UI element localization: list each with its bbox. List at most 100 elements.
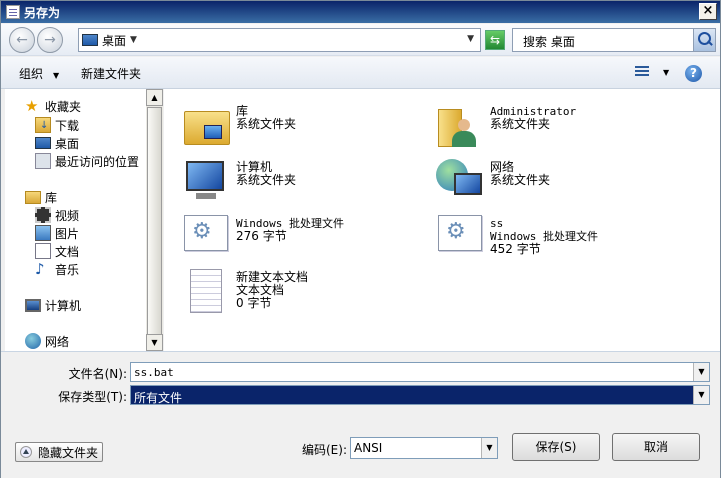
address-dropdown-icon[interactable]: ▼ xyxy=(467,34,474,44)
address-text: 桌面 xyxy=(102,33,127,48)
sidebar-item-videos[interactable]: 视频 xyxy=(35,206,79,224)
sidebar-item-computer[interactable]: 计算机 xyxy=(25,296,81,314)
notepad-icon xyxy=(6,5,20,19)
documents-icon xyxy=(35,243,51,259)
text-file-icon xyxy=(182,267,232,317)
sidebar-item-recent[interactable]: 最近访问的位置 xyxy=(35,152,139,170)
help-icon[interactable]: ? xyxy=(685,65,702,82)
filetype-label: 保存类型(T): xyxy=(58,390,127,404)
sidebar-item-pictures[interactable]: 图片 xyxy=(35,224,79,242)
filename-label: 文件名(N): xyxy=(68,367,127,381)
batch-file-icon: ⚙ xyxy=(182,213,232,263)
sidebar-item-label: 下载 xyxy=(55,118,80,133)
library-folder-icon xyxy=(182,101,232,151)
sidebar-item-desktop[interactable]: 桌面 xyxy=(35,134,79,152)
list-item[interactable]: 网络 系统文件夹 xyxy=(436,157,550,207)
new-folder-button[interactable]: 新建文件夹 xyxy=(81,65,141,82)
hide-folders-button[interactable]: 隐藏文件夹 xyxy=(15,442,104,462)
file-list: 库系统文件夹 Administrator 系统文件夹 计算机 系统文件夹 网络 系统文… xyxy=(164,89,720,351)
encoding-select[interactable]: ANSI ▼ xyxy=(350,437,498,459)
filename-value[interactable]: ss.bat xyxy=(134,366,174,379)
item-type: 系统文件夹 xyxy=(236,173,297,187)
cancel-button[interactable]: 取消 xyxy=(612,433,700,461)
sidebar-scrollbar[interactable]: ▲ ▼ xyxy=(146,89,163,351)
forward-button[interactable]: → xyxy=(37,27,63,53)
list-item[interactable]: Administrator 系统文件夹 xyxy=(436,101,576,151)
scroll-down-icon[interactable]: ▼ xyxy=(146,334,163,351)
sidebar-item-label: 计算机 xyxy=(45,298,82,313)
encoding-label: 编码(E): xyxy=(302,443,347,457)
search-box[interactable]: 搜索 桌面 xyxy=(512,28,716,52)
navigation-pane: ★ 收藏夹 ↓ 下载 桌面 最近访问的位置 库 视频 图片 文档 ♪ 音乐 计算… xyxy=(5,89,146,351)
item-type: 系统文件夹 xyxy=(490,117,551,131)
chevron-up-icon xyxy=(20,446,32,458)
sidebar-item-label: 视频 xyxy=(55,208,80,223)
chevron-down-icon[interactable]: ▼ xyxy=(481,438,497,458)
libraries-icon xyxy=(25,190,41,204)
batch-file-icon: ⚙ xyxy=(436,213,486,263)
item-size: 276 字节 xyxy=(236,229,287,243)
computer-icon xyxy=(182,157,232,207)
recent-places-icon xyxy=(35,153,51,169)
search-icon[interactable] xyxy=(693,29,715,51)
sidebar-item-libraries[interactable]: 库 xyxy=(25,188,57,206)
save-as-dialog: 另存为 × ← → 桌面 ▼ ▼ ⇆ 搜索 桌面 组织 ▼ 新建文件夹 ▼ ? ★… xyxy=(0,0,721,478)
close-button[interactable]: × xyxy=(699,3,717,20)
sidebar-item-label: 音乐 xyxy=(55,262,80,277)
forward-arrow-icon: → xyxy=(44,32,56,48)
pictures-icon xyxy=(35,225,51,241)
chevron-down-icon: ▼ xyxy=(53,71,60,80)
list-item[interactable]: 计算机 系统文件夹 xyxy=(182,157,296,207)
sidebar-item-favorites[interactable]: ★ 收藏夹 xyxy=(25,97,81,115)
list-item[interactable]: ⚙ ss Windows 批处理文件 452 字节 xyxy=(436,213,598,263)
list-item[interactable]: 新建文本文档 文本文档 0 字节 xyxy=(182,267,308,317)
computer-icon xyxy=(25,298,41,312)
view-options-icon[interactable] xyxy=(635,66,651,80)
save-button[interactable]: 保存(S) xyxy=(512,433,600,461)
chevron-down-icon[interactable]: ▼ xyxy=(693,363,709,381)
organize-button[interactable]: 组织 ▼ xyxy=(19,65,59,82)
filename-field[interactable]: ss.bat ▼ xyxy=(130,362,710,382)
user-folder-icon xyxy=(436,101,486,151)
title-bar: 另存为 × xyxy=(1,1,720,23)
network-icon xyxy=(436,157,486,207)
sidebar-item-label: 文档 xyxy=(55,244,80,259)
item-size: 0 字节 xyxy=(236,296,272,310)
scroll-up-icon[interactable]: ▲ xyxy=(146,89,163,106)
sidebar-item-label: 桌面 xyxy=(55,136,80,151)
filetype-select[interactable]: 所有文件 ▼ xyxy=(130,385,710,405)
sidebar-item-label: 最近访问的位置 xyxy=(55,154,140,169)
sidebar-item-network[interactable]: 网络 xyxy=(25,332,69,350)
chevron-down-icon[interactable]: ▼ xyxy=(130,35,137,45)
chevron-down-icon[interactable]: ▼ xyxy=(693,386,709,404)
desktop-icon xyxy=(35,137,51,149)
item-size: 452 字节 xyxy=(490,242,541,256)
back-button[interactable]: ← xyxy=(9,27,35,53)
organize-label: 组织 xyxy=(19,67,44,81)
filetype-value: 所有文件 xyxy=(134,391,183,405)
video-icon xyxy=(35,207,51,223)
item-type: 系统文件夹 xyxy=(490,173,551,187)
hide-folders-label: 隐藏文件夹 xyxy=(38,445,99,460)
sidebar-item-label: 图片 xyxy=(55,226,80,241)
sidebar-item-documents[interactable]: 文档 xyxy=(35,242,79,260)
sidebar-item-music[interactable]: ♪ 音乐 xyxy=(35,260,79,278)
music-icon: ♪ xyxy=(35,260,45,278)
item-name: ss xyxy=(490,217,504,230)
refresh-button[interactable]: ⇆ xyxy=(485,30,505,50)
desktop-icon xyxy=(82,34,98,46)
list-item[interactable]: ⚙ Windows 批处理文件 276 字节 xyxy=(182,213,344,263)
sidebar-item-label: 网络 xyxy=(45,334,70,349)
back-arrow-icon: ← xyxy=(16,32,28,48)
list-item[interactable]: 库系统文件夹 xyxy=(182,101,296,151)
address-bar[interactable]: 桌面 ▼ ▼ xyxy=(78,28,481,52)
sidebar-item-label: 库 xyxy=(45,190,58,205)
scroll-thumb[interactable] xyxy=(147,107,162,335)
sidebar-item-label: 收藏夹 xyxy=(45,99,82,114)
downloads-icon: ↓ xyxy=(35,117,51,133)
sidebar-item-downloads[interactable]: ↓ 下载 xyxy=(35,116,79,134)
search-input[interactable]: 搜索 桌面 xyxy=(523,33,575,50)
star-icon: ★ xyxy=(25,97,39,115)
view-dropdown-icon[interactable]: ▼ xyxy=(663,68,669,77)
window-title: 另存为 xyxy=(24,5,61,20)
